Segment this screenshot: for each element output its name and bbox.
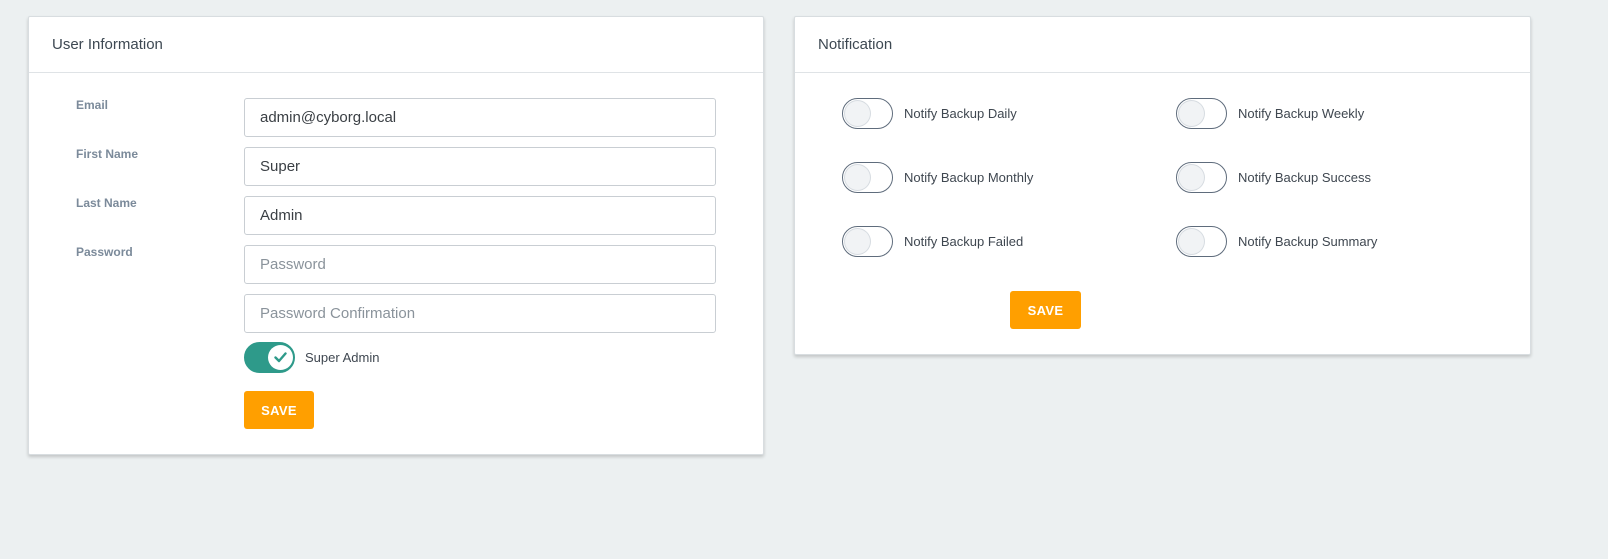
email-label: Email [76, 98, 109, 112]
notify-backup-summary-toggle[interactable] [1176, 226, 1227, 257]
notify-backup-daily-toggle[interactable] [842, 98, 893, 129]
notify-backup-summary-label: Notify Backup Summary [1238, 234, 1378, 249]
password-label: Password [76, 245, 133, 259]
notify-backup-failed-toggle[interactable] [842, 226, 893, 257]
toggle-knob [845, 101, 870, 126]
notify-backup-monthly-toggle[interactable] [842, 162, 893, 193]
toggle-knob [1179, 165, 1204, 190]
password-field[interactable] [244, 245, 716, 284]
password-confirmation-field[interactable] [244, 294, 716, 333]
notify-backup-failed-label: Notify Backup Failed [904, 234, 1024, 249]
save-user-button[interactable]: SAVE [244, 391, 314, 429]
super-admin-label: Super Admin [305, 350, 380, 365]
first-name-field[interactable] [244, 147, 716, 186]
last-name-field[interactable] [244, 196, 716, 235]
card-title: Notification [818, 36, 893, 53]
card-header: Notification [795, 17, 1530, 73]
toggle-knob [845, 229, 870, 254]
notification-card: Notification Notify Backup Daily Notify … [794, 16, 1531, 355]
notify-backup-success-label: Notify Backup Success [1238, 170, 1371, 185]
card-header: User Information [29, 17, 763, 73]
super-admin-toggle[interactable] [244, 342, 295, 373]
checkmark-icon [274, 352, 287, 363]
notify-backup-weekly-toggle[interactable] [1176, 98, 1227, 129]
notify-backup-monthly-label: Notify Backup Monthly [904, 170, 1034, 185]
toggle-knob [1179, 229, 1204, 254]
first-name-label: First Name [76, 147, 139, 161]
email-field[interactable] [244, 98, 716, 137]
last-name-label: Last Name [76, 196, 137, 210]
user-information-card: User Information Email First Name Last N… [28, 16, 764, 455]
notify-backup-weekly-label: Notify Backup Weekly [1238, 106, 1365, 121]
toggle-knob [268, 345, 293, 370]
save-notification-button[interactable]: SAVE [1010, 291, 1081, 329]
toggle-knob [1179, 101, 1204, 126]
notify-backup-daily-label: Notify Backup Daily [904, 106, 1017, 121]
card-title: User Information [52, 36, 163, 53]
toggle-knob [845, 165, 870, 190]
notify-backup-success-toggle[interactable] [1176, 162, 1227, 193]
